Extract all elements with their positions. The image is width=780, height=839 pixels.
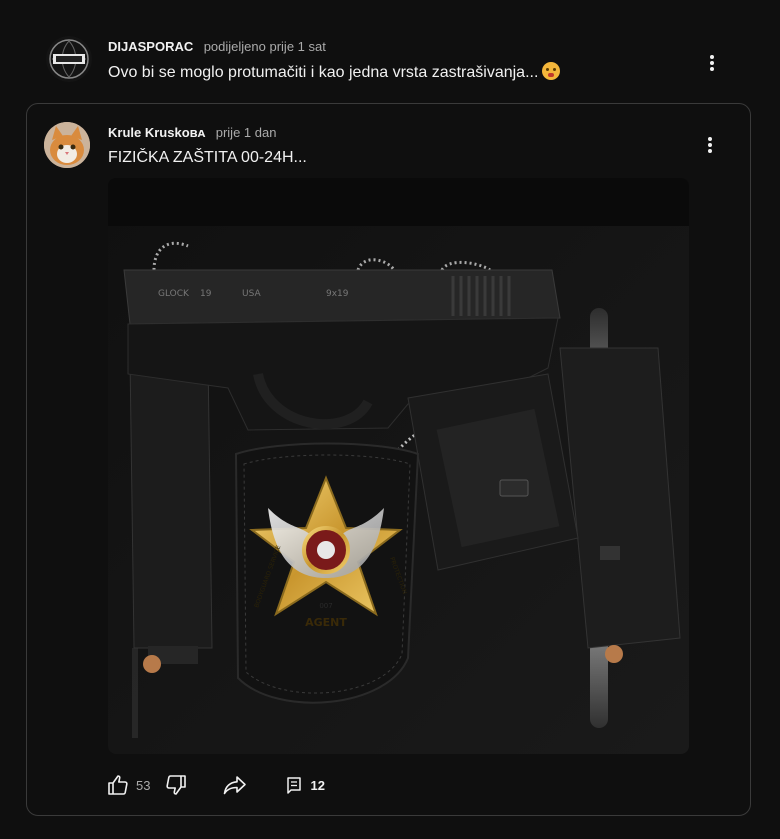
shared-post-more-options-button[interactable] bbox=[698, 133, 722, 157]
post-author[interactable]: DIJASPORAC bbox=[108, 39, 193, 54]
post-actions: 53 12 bbox=[106, 771, 325, 799]
news-logo-avatar-icon bbox=[46, 36, 92, 82]
gun-country-engraving: USA bbox=[242, 289, 261, 299]
comment-icon bbox=[287, 777, 302, 794]
comment-count: 12 bbox=[310, 777, 325, 793]
more-vert-icon bbox=[710, 61, 714, 65]
thumb-down-icon bbox=[166, 775, 187, 795]
avatar[interactable] bbox=[46, 36, 92, 82]
share-button[interactable] bbox=[222, 773, 248, 797]
shared-post-time: prije 1 dan bbox=[215, 125, 277, 140]
post-header: DIJASPORAC podijeljeno prije 1 sat bbox=[108, 38, 326, 56]
cat-avatar-icon bbox=[44, 122, 90, 168]
gun-caliber-engraving: 9x19 bbox=[326, 289, 349, 299]
badge-agent-text: AGENT bbox=[305, 616, 347, 629]
shared-post-author[interactable]: Krule Kruskoʙᴀ bbox=[108, 125, 205, 140]
gun-badge-photo: GLOCK 19 USA 9x19 AGENT 007 BODYGUARD SE… bbox=[108, 178, 689, 754]
post-text: Ovo bi se moglo protumačiti i kao jedna … bbox=[108, 64, 539, 81]
share-arrow-icon bbox=[224, 776, 247, 795]
gun-brand-engraving: GLOCK bbox=[158, 289, 190, 299]
post-image[interactable]: GLOCK 19 USA 9x19 AGENT 007 BODYGUARD SE… bbox=[108, 178, 689, 754]
comments-button[interactable]: 12 bbox=[284, 775, 325, 795]
thumb-up-icon bbox=[108, 775, 128, 795]
shared-avatar[interactable] bbox=[44, 122, 90, 168]
shared-post-header: Krule Kruskoʙᴀ prije 1 dan bbox=[108, 124, 276, 142]
dislike-button[interactable] bbox=[164, 773, 188, 797]
badge-number-text: 007 bbox=[319, 602, 332, 610]
more-vert-icon bbox=[708, 143, 712, 147]
shared-post-text: FIZIČKA ZAŠTITA 00-24H... bbox=[108, 149, 307, 166]
shushing-face-emoji-icon bbox=[542, 62, 561, 80]
gun-model-engraving: 19 bbox=[200, 289, 212, 299]
post-more-options-button[interactable] bbox=[700, 51, 724, 75]
like-count: 53 bbox=[136, 777, 151, 793]
like-button[interactable]: 53 bbox=[106, 773, 150, 797]
post-text-row: Ovo bi se moglo protumačiti i kao jedna … bbox=[108, 62, 561, 82]
post-time: podijeljeno prije 1 sat bbox=[203, 39, 326, 54]
